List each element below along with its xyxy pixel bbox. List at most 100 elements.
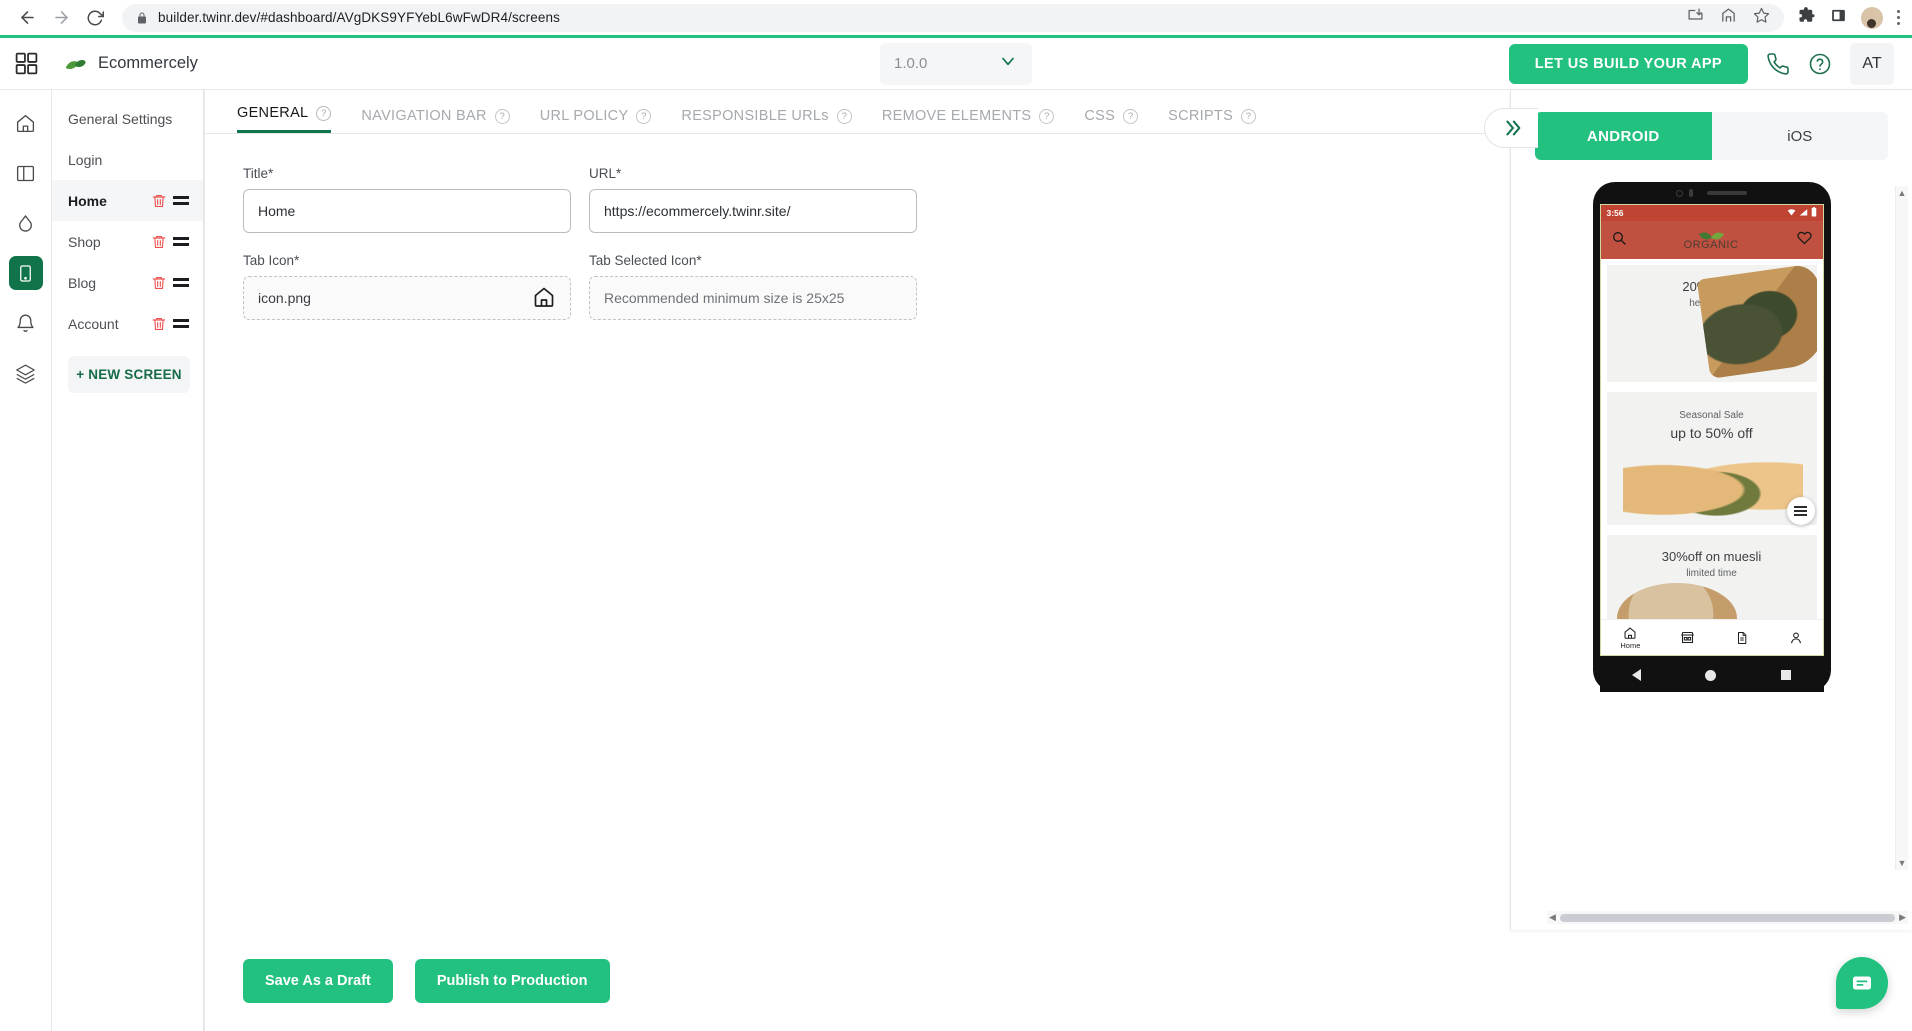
browser-toolbar: builder.twinr.dev/#dashboard/AVgDKS9YFYe…	[0, 0, 1912, 38]
phone-tab-home-label: Home	[1620, 640, 1641, 650]
phone-banner-1[interactable]: 20%off on herbal tea	[1606, 265, 1817, 382]
save-draft-button[interactable]: Save As a Draft	[243, 959, 393, 1003]
mobile-icon[interactable]	[8, 256, 43, 290]
screen-item-general-settings[interactable]: General Settings	[52, 98, 203, 139]
screen-item-home[interactable]: Home	[52, 180, 203, 221]
drag-handle-icon[interactable]	[173, 196, 189, 205]
back-triangle-icon[interactable]	[1631, 669, 1641, 681]
puzzle-icon[interactable]	[1798, 6, 1816, 29]
screen-item-shop[interactable]: Shop	[52, 221, 203, 262]
status-time: 3:56	[1606, 208, 1624, 218]
url-input[interactable]: https://ecommercely.twinr.site/	[589, 189, 917, 233]
preview-vertical-scrollbar[interactable]: ▲ ▼	[1895, 186, 1908, 870]
forward-arrow-icon[interactable]	[46, 3, 76, 33]
platform-ios[interactable]: iOS	[1712, 112, 1889, 160]
phone-banner-3[interactable]: 30%off on muesli limited time	[1606, 535, 1817, 627]
phone-icon[interactable]	[1766, 52, 1790, 76]
heart-icon[interactable]	[1796, 229, 1813, 251]
help-icon[interactable]: ?	[1241, 108, 1257, 124]
phone-tab-home[interactable]: Home	[1620, 626, 1640, 650]
scroll-down-icon[interactable]: ▼	[1898, 858, 1907, 868]
droplet-icon[interactable]	[9, 206, 43, 240]
drag-handle-icon[interactable]	[173, 278, 189, 287]
help-icon[interactable]	[1808, 52, 1832, 76]
tab-remove-elements[interactable]: REMOVE ELEMENTS?	[882, 108, 1055, 133]
banner-3-subtitle: limited time	[1686, 568, 1737, 579]
scroll-thumb[interactable]	[1559, 913, 1896, 922]
layout-icon[interactable]	[9, 156, 43, 190]
reload-icon[interactable]	[80, 3, 110, 33]
kebab-menu-icon[interactable]	[1896, 10, 1900, 25]
tab-icon-filename: icon.png	[258, 290, 311, 306]
help-icon[interactable]: ?	[836, 108, 852, 124]
phone-tab-orders[interactable]	[1735, 631, 1749, 645]
recents-square-icon[interactable]	[1781, 670, 1792, 680]
home-icon[interactable]	[9, 106, 43, 140]
grid-icon[interactable]	[0, 51, 52, 76]
delete-screen-icon[interactable]	[151, 275, 167, 291]
home-circle-icon[interactable]	[1705, 669, 1717, 681]
tab-css[interactable]: CSS?	[1084, 108, 1139, 133]
help-icon[interactable]: ?	[1039, 108, 1055, 124]
help-icon[interactable]: ?	[494, 108, 510, 124]
avatar[interactable]	[1860, 6, 1883, 29]
address-bar[interactable]: builder.twinr.dev/#dashboard/AVgDKS9YFYe…	[122, 3, 1784, 32]
screen-item-account[interactable]: Account	[52, 303, 203, 344]
help-icon[interactable]: ?	[636, 108, 652, 124]
tab-icon-group: Tab Icon* icon.png	[243, 253, 571, 320]
collapse-preview-button[interactable]	[1484, 108, 1538, 148]
scroll-up-icon[interactable]: ▲	[1898, 188, 1907, 198]
phone-tab-shop[interactable]	[1680, 630, 1695, 645]
icon-rail	[0, 90, 52, 1031]
scroll-right-icon[interactable]: ▶	[1899, 912, 1906, 923]
publish-button[interactable]: Publish to Production	[414, 959, 610, 1003]
help-icon[interactable]: ?	[316, 105, 332, 121]
delete-screen-icon[interactable]	[151, 316, 167, 332]
phone-screen: 3:56 ORGANIC Seasonal Sale up to 50% off…	[1599, 204, 1824, 656]
search-icon[interactable]	[1611, 230, 1627, 251]
screens-panel: General Settings Login Home Shop Blog Account…	[52, 90, 204, 1031]
phone-logo-text: ORGANIC	[1683, 239, 1739, 251]
tab-responsible-urls[interactable]: RESPONSIBLE URLs?	[681, 108, 852, 133]
screens-list: General Settings Login Home Shop Blog Account	[52, 98, 203, 344]
phone-status-bar: 3:56	[1600, 205, 1823, 221]
delete-screen-icon[interactable]	[151, 193, 167, 209]
preview-horizontal-scrollbar[interactable]: ◀ ▶	[1547, 911, 1908, 924]
bell-icon[interactable]	[9, 306, 43, 340]
back-arrow-icon[interactable]	[12, 3, 42, 33]
drag-handle-icon[interactable]	[173, 237, 189, 246]
help-icon[interactable]: ?	[1123, 108, 1139, 124]
chat-bubble-icon[interactable]	[1836, 957, 1888, 1009]
share-icon[interactable]	[1720, 7, 1737, 29]
home-icon	[532, 285, 556, 312]
title-input[interactable]: Home	[243, 189, 571, 233]
settings-tabs: GENERAL? NAVIGATION BAR? URL POLICY? RESPON…	[205, 90, 1510, 134]
drag-handle-icon[interactable]	[173, 319, 189, 328]
version-dropdown[interactable]: 1.0.0	[880, 42, 1032, 85]
tab-navigation-bar[interactable]: NAVIGATION BAR?	[361, 108, 510, 133]
star-icon[interactable]	[1753, 7, 1770, 29]
url-label: URL*	[589, 166, 622, 181]
layers-icon[interactable]	[9, 356, 43, 390]
tab-selected-icon-group: Tab Selected Icon* Recommended minimum s…	[589, 253, 917, 320]
platform-android[interactable]: ANDROID	[1535, 112, 1712, 160]
tab-scripts[interactable]: SCRIPTS?	[1168, 108, 1257, 133]
tab-general[interactable]: GENERAL?	[237, 105, 332, 133]
menu-lines-icon[interactable]	[1786, 497, 1815, 525]
build-app-button[interactable]: LET US BUILD YOUR APP	[1508, 43, 1748, 84]
scroll-left-icon[interactable]: ◀	[1549, 912, 1556, 923]
new-screen-button[interactable]: + NEW SCREEN	[68, 356, 190, 393]
install-icon[interactable]	[1687, 7, 1704, 29]
phone-banner-2[interactable]: Seasonal Sale up to 50% off	[1606, 392, 1817, 525]
side-panel-icon[interactable]	[1830, 7, 1847, 29]
screen-item-login[interactable]: Login	[52, 139, 203, 180]
tab-icon-dropzone[interactable]: icon.png	[243, 276, 571, 320]
user-avatar[interactable]: AT	[1850, 42, 1894, 85]
delete-screen-icon[interactable]	[151, 234, 167, 250]
phone-tab-account[interactable]	[1789, 631, 1803, 645]
form-row-2: Tab Icon* icon.png Tab Selected Icon* Re…	[243, 253, 1510, 320]
screen-item-blog[interactable]: Blog	[52, 262, 203, 303]
form-actions: Save As a Draft Publish to Production	[243, 959, 610, 1003]
tab-selected-icon-dropzone[interactable]: Recommended minimum size is 25x25	[589, 276, 917, 320]
tab-url-policy[interactable]: URL POLICY?	[540, 108, 652, 133]
